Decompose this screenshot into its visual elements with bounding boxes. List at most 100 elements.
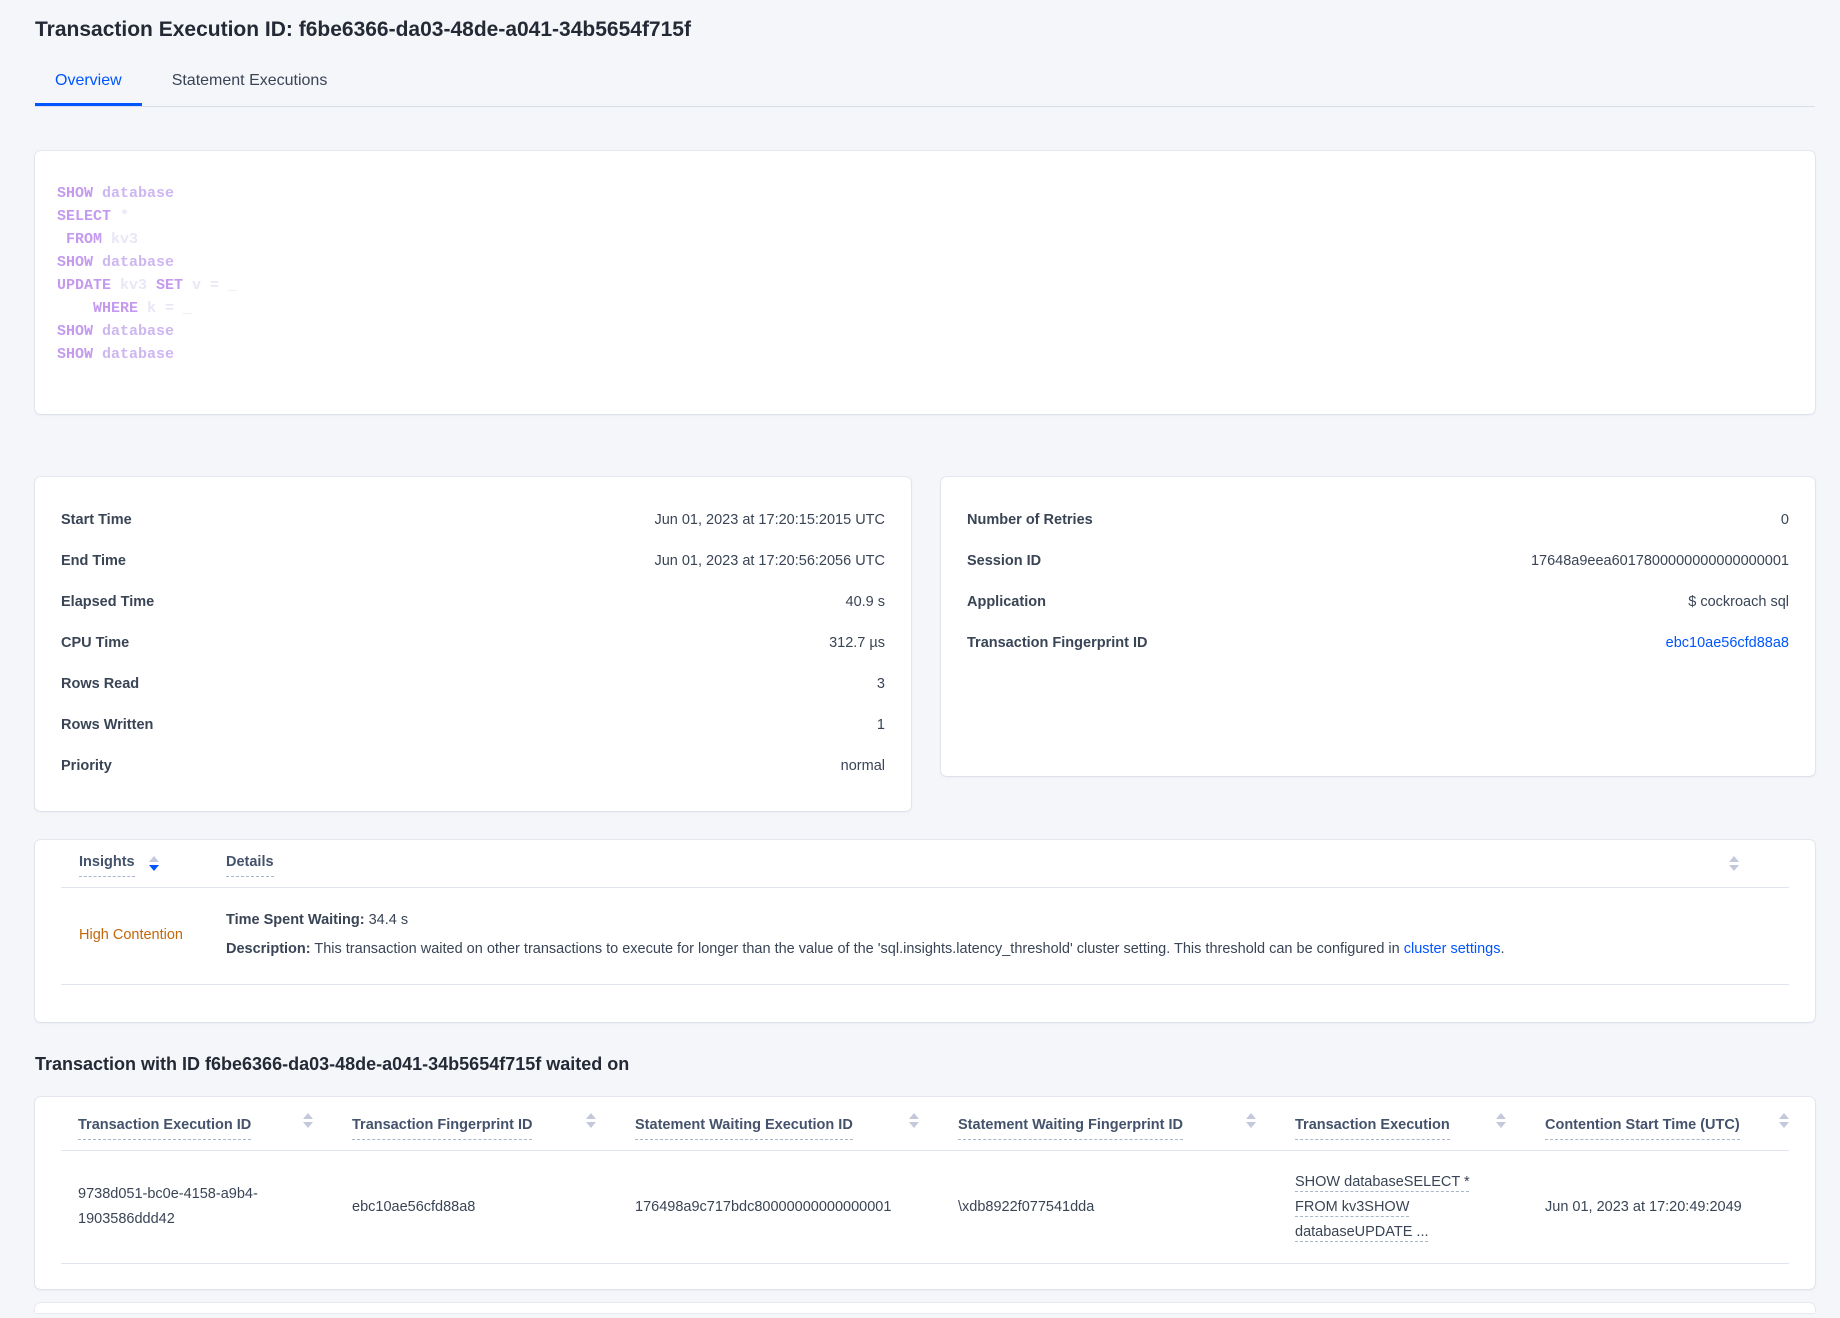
table-row: 9738d051-bc0e-4158-a9b4-1903586ddd42 ebc1… (61, 1151, 1789, 1264)
sql-line: SHOW database (57, 185, 175, 202)
summary-value: Jun 01, 2023 at 17:20:56:2056 UTC (654, 552, 885, 569)
column-label[interactable]: Contention Start Time (UTC) (1545, 1117, 1740, 1140)
details-column-label[interactable]: Details (226, 854, 274, 877)
insights-column-label[interactable]: Insights (79, 854, 135, 877)
waited-on-table-body: 9738d051-bc0e-4158-a9b4-1903586ddd42 ebc1… (61, 1151, 1789, 1264)
insights-table: Insights Details High Contention Time Sp… (35, 840, 1815, 1022)
column-header-transaction-execution[interactable]: Transaction Execution (1278, 1113, 1528, 1140)
summary-row-session-id: Session ID 17648a9eea60178000000000000000… (967, 540, 1789, 581)
column-header-transaction-execution-id[interactable]: Transaction Execution ID (61, 1113, 335, 1140)
cell-statement-waiting-execution-id: 176498a9c717bdc80000000000000001 (635, 1198, 892, 1215)
description-label: Description: (226, 941, 311, 957)
sql-line: SHOW database (57, 254, 175, 271)
cell-statement-waiting-fingerprint-id: \xdb8922f077541dda (958, 1198, 1095, 1215)
summary-label: Number of Retries (967, 511, 1093, 528)
transaction-execution-link[interactable]: SHOW databaseSELECT * FROM kv3SHOW datab… (1295, 1170, 1495, 1245)
tab-statement-executions[interactable]: Statement Executions (152, 72, 348, 106)
waited-on-table: Transaction Execution ID Transaction Fing… (35, 1097, 1815, 1289)
sort-icon[interactable] (1496, 1113, 1506, 1128)
description-line: Description: This transaction waited on … (226, 935, 1789, 964)
summary-row-transaction-fingerprint-id: Transaction Fingerprint ID ebc10ae56cfd88… (967, 622, 1789, 663)
summary-label: Rows Read (61, 675, 140, 692)
summary-value: 3 (876, 675, 885, 692)
sort-icon[interactable] (1246, 1113, 1256, 1128)
summary-label: Elapsed Time (61, 593, 155, 610)
summary-label: Application (967, 593, 1046, 610)
summary-label: Transaction Fingerprint ID (967, 634, 1148, 651)
sql-line: UPDATE kv3 SET v = _ (57, 277, 238, 294)
summary-row-rows-written: Rows Written 1 (61, 704, 885, 745)
waiting-label: Time Spent Waiting: (226, 912, 365, 928)
summary-card-session: Number of Retries 0 Session ID 17648a9eea60… (941, 477, 1815, 776)
tab-overview[interactable]: Overview (35, 72, 142, 106)
waiting-value: 34.4 s (364, 912, 409, 928)
summary-label: Session ID (967, 552, 1042, 569)
cell-contention-start-time-utc: Jun 01, 2023 at 17:20:49:2049 (1545, 1198, 1742, 1215)
sort-icon[interactable] (586, 1113, 596, 1128)
sort-icon[interactable] (303, 1113, 313, 1128)
description-text: This transaction waited on other transac… (310, 941, 1404, 957)
summary-row-end-time: End Time Jun 01, 2023 at 17:20:56:2056 UT… (61, 540, 885, 581)
description-suffix: . (1500, 941, 1505, 957)
column-label[interactable]: Transaction Execution (1295, 1117, 1450, 1140)
summary-label: Start Time (61, 511, 132, 528)
tab-bar: Overview Statement Executions (35, 72, 1815, 107)
sql-line: SHOW database (57, 346, 175, 363)
insight-row: High Contention Time Spent Waiting: 34.4… (61, 888, 1789, 985)
cell-transaction-execution-id: 9738d051-bc0e-4158-a9b4-1903586ddd42 (78, 1186, 258, 1227)
insight-details: Time Spent Waiting: 34.4 s Description: … (226, 906, 1789, 964)
column-label[interactable]: Transaction Fingerprint ID (352, 1117, 533, 1140)
cell-transaction-execution: SHOW databaseSELECT * FROM kv3SHOW datab… (1278, 1160, 1528, 1255)
summary-card-timing: Start Time Jun 01, 2023 at 17:20:15:2015 … (35, 477, 911, 811)
column-label[interactable]: Statement Waiting Fingerprint ID (958, 1117, 1184, 1140)
summary-label: Rows Written (61, 716, 154, 733)
summary-label: Priority (61, 757, 112, 774)
column-label[interactable]: Transaction Execution ID (78, 1117, 252, 1140)
sort-icon[interactable] (1729, 856, 1739, 871)
sql-line: WHERE k = _ (93, 300, 193, 317)
page-title: Transaction Execution ID: f6be6366-da03-… (35, 18, 691, 41)
summary-value: Jun 01, 2023 at 17:20:15:2015 UTC (654, 511, 885, 528)
column-header-insights[interactable]: Insights (61, 854, 226, 877)
summary-row-start-time: Start Time Jun 01, 2023 at 17:20:15:2015 … (61, 499, 885, 540)
sort-icon[interactable] (909, 1113, 919, 1128)
summary-row-number-of-retries: Number of Retries 0 (967, 499, 1789, 540)
fingerprint-id-link[interactable]: ebc10ae56cfd88a8 (1666, 635, 1789, 651)
summary-value: 1 (876, 716, 885, 733)
summary-value: 17648a9eea6017800000000000000001 (1530, 552, 1789, 569)
summary-label: CPU Time (61, 634, 130, 651)
sql-line: SELECT * (57, 208, 130, 225)
sql-statements-box: SHOW database SELECT * FROM kv3 SHOW datab… (35, 151, 1815, 414)
summary-value: 40.9 s (845, 593, 886, 610)
summary-cards-row: Start Time Jun 01, 2023 at 17:20:15:2015 … (35, 477, 1815, 811)
cluster-settings-link[interactable]: cluster settings (1404, 941, 1501, 957)
summary-value: normal (840, 757, 885, 774)
sort-icon[interactable] (1779, 1113, 1789, 1128)
transaction-details-page: Transaction Execution ID: f6be6366-da03-… (35, 0, 1815, 1313)
column-label[interactable]: Statement Waiting Execution ID (635, 1117, 853, 1140)
summary-row-cpu-time: CPU Time 312.7 µs (61, 622, 885, 663)
column-header-statement-waiting-execution-id[interactable]: Statement Waiting Execution ID (618, 1113, 941, 1140)
sort-icon[interactable] (148, 856, 159, 871)
summary-value: 0 (1780, 511, 1789, 528)
summary-row-rows-read: Rows Read 3 (61, 663, 885, 704)
column-header-contention-start-time-utc[interactable]: Contention Start Time (UTC) (1528, 1113, 1789, 1140)
waited-on-table-header: Transaction Execution ID Transaction Fing… (61, 1097, 1789, 1151)
summary-row-elapsed-time: Elapsed Time 40.9 s (61, 581, 885, 622)
time-spent-waiting-line: Time Spent Waiting: 34.4 s (226, 906, 1789, 935)
column-header-statement-waiting-fingerprint-id[interactable]: Statement Waiting Fingerprint ID (941, 1113, 1278, 1140)
sql-line: SHOW database (57, 323, 175, 340)
waited-on-heading: Transaction with ID f6be6366-da03-48de-a… (35, 1054, 630, 1074)
column-header-transaction-fingerprint-id[interactable]: Transaction Fingerprint ID (335, 1113, 618, 1140)
insights-table-header: Insights Details (61, 840, 1789, 888)
insight-type-badge: High Contention (79, 927, 183, 943)
column-header-details[interactable]: Details (226, 854, 1789, 877)
summary-label: End Time (61, 552, 126, 569)
sql-line: FROM kv3 (66, 231, 139, 248)
cell-transaction-fingerprint-id: ebc10ae56cfd88a8 (352, 1198, 476, 1215)
summary-row-priority: Priority normal (61, 745, 885, 786)
summary-row-application: Application $ cockroach sql (967, 581, 1789, 622)
table-footer-strip (35, 1303, 1815, 1313)
summary-value: 312.7 µs (829, 634, 885, 651)
summary-value: $ cockroach sql (1688, 593, 1789, 610)
